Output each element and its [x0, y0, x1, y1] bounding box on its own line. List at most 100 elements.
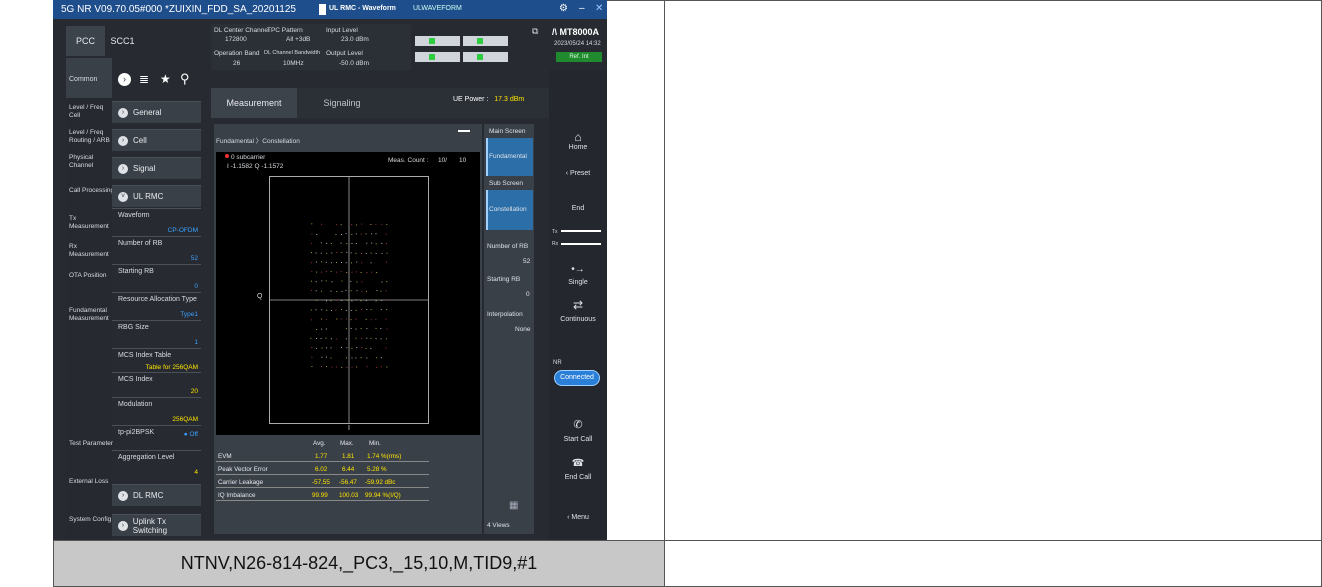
tab-scc1[interactable]: SCC1 — [105, 26, 140, 56]
srb-label[interactable]: Starting RB — [487, 276, 536, 283]
expand-icon[interactable]: ⧉ — [532, 26, 538, 37]
tpc-label: TPC Pattern — [267, 27, 303, 34]
nav-item-level-freq-cell[interactable]: Level / Freq Cell — [69, 104, 115, 120]
constellation-point — [346, 262, 347, 263]
constellation-point — [366, 348, 367, 349]
param-starting-rb[interactable]: Starting RB 0 — [112, 264, 201, 292]
breadcrumb-item[interactable]: Fundamental — [216, 138, 254, 145]
constellation-point — [331, 253, 332, 254]
param-aggregation-level[interactable]: Aggregation Level 4 — [112, 450, 201, 478]
nav-item-level-freq-routing[interactable]: Level / Freq Routing / ARB — [69, 129, 115, 145]
constellation-point — [381, 291, 382, 292]
tab-measurement[interactable]: Measurement — [211, 88, 297, 118]
tab-signaling[interactable]: Signaling — [299, 88, 385, 118]
constellation-point — [335, 310, 336, 311]
param-label: Resource Allocation Type — [118, 296, 197, 303]
toggle-off[interactable]: ● Off — [184, 431, 198, 438]
nav-item-system-config[interactable]: System Config — [69, 516, 115, 524]
constellation-point — [356, 338, 357, 339]
chevron-right-icon[interactable]: › — [118, 73, 131, 86]
constellation-point — [357, 282, 358, 283]
continuous-button[interactable]: Continuous — [549, 316, 607, 323]
param-label: Aggregation Level — [118, 454, 174, 461]
param-number-of-rb[interactable]: Number of RB 52 — [112, 236, 201, 264]
nav-item-ota-position[interactable]: OTA Position — [69, 272, 115, 280]
end-call-icon[interactable]: ☎ — [549, 458, 607, 469]
home-icon[interactable]: ⌂ — [549, 130, 607, 144]
preset-button[interactable]: ‹ Preset — [549, 170, 607, 177]
constellation-point — [360, 300, 361, 301]
start-call-button[interactable]: Start Call — [549, 436, 607, 443]
group-cell[interactable]: › Cell — [112, 129, 201, 151]
close-icon[interactable]: ✕ — [595, 3, 603, 14]
constellation-point — [386, 367, 387, 368]
single-icon[interactable]: •→ — [549, 264, 607, 275]
dl-center-channel-value: 172800 — [225, 36, 247, 43]
nav-item-fundamental-measurement[interactable]: Fundamental Measurement — [69, 307, 115, 323]
tab-pcc[interactable]: PCC — [66, 26, 105, 56]
settings-icon[interactable]: ⚙ — [559, 3, 568, 14]
menu-button[interactable]: ‹ Menu — [549, 514, 607, 521]
nav-item-tx-measurement[interactable]: Tx Measurement — [69, 215, 115, 231]
ref-badge: Ref. Int — [556, 52, 602, 62]
param-modulation[interactable]: Modulation 256QAM — [112, 397, 201, 425]
phone-icon[interactable]: ✆ — [549, 418, 607, 431]
nav-item-test-parameter[interactable]: Test Parameter — [69, 440, 115, 448]
end-call-button[interactable]: End Call — [549, 474, 607, 481]
param-mcs-index[interactable]: MCS Index 20 — [112, 372, 201, 397]
group-signal[interactable]: › Signal — [112, 157, 201, 179]
constellation-point — [326, 310, 327, 311]
group-general[interactable]: › General — [112, 101, 201, 123]
list-arrow-icon[interactable]: ≣ — [139, 72, 149, 86]
group-dl-rmc[interactable]: › DL RMC — [112, 484, 201, 506]
interp-label[interactable]: Interpolation — [487, 311, 536, 318]
constellation-point — [316, 348, 317, 349]
nrb-label[interactable]: Number of RB — [487, 243, 536, 250]
constellation-point — [332, 281, 333, 282]
single-button[interactable]: Single — [549, 279, 607, 286]
group-ul-rmc[interactable]: ˅ UL RMC — [112, 185, 201, 207]
constellation-point — [371, 309, 372, 310]
constellation-point — [361, 272, 362, 273]
constellation-point — [346, 272, 347, 273]
constellation-point — [336, 367, 337, 368]
chevron-right-icon: › — [118, 136, 128, 146]
constellation-point — [375, 319, 376, 320]
constellation-point — [336, 319, 337, 320]
nav-item-common[interactable]: Common — [69, 76, 115, 84]
minimize-panel-icon[interactable] — [458, 130, 470, 132]
constellation-point — [356, 271, 357, 272]
constellation-point — [321, 357, 322, 358]
constellation-point — [341, 309, 342, 310]
constellation-point — [361, 234, 362, 235]
constellation-point — [330, 300, 331, 301]
param-waveform[interactable]: Waveform CP-OFDM — [112, 208, 201, 236]
param-mcs-index-table[interactable]: MCS Index Table Table for 256QAM — [112, 348, 201, 372]
end-button[interactable]: End — [549, 205, 607, 212]
nav-item-call-processing[interactable]: Call Processing — [69, 187, 115, 195]
param-resource-allocation-type[interactable]: Resource Allocation Type Type1 — [112, 292, 201, 320]
group-cell-label: Cell — [133, 136, 147, 145]
center-subtitle: ULWAVEFORM — [413, 5, 462, 12]
nav-item-external-loss[interactable]: External Loss — [69, 478, 115, 486]
constellation-point — [356, 310, 357, 311]
views-label[interactable]: 4 Views — [487, 522, 536, 529]
minimize-icon[interactable]: – — [579, 3, 585, 14]
param-rbg-size[interactable]: RBG Size 1 — [112, 320, 201, 348]
group-uplink-tx-switching[interactable]: › Uplink Tx Switching — [112, 514, 201, 536]
constellation-point — [336, 291, 337, 292]
grid-icon[interactable]: ▦ — [509, 500, 518, 511]
search-icon[interactable]: ⚲ — [180, 71, 190, 87]
constellation-point — [341, 252, 342, 253]
constellation-point — [341, 234, 342, 235]
continuous-icon[interactable]: ⇄ — [549, 298, 607, 312]
home-button[interactable]: Home — [549, 144, 607, 151]
constellation-point — [380, 328, 381, 329]
nav-item-physical-channel[interactable]: Physical Channel — [69, 154, 115, 170]
star-icon[interactable]: ★ — [160, 72, 171, 86]
constellation-point — [376, 243, 377, 244]
nav-item-rx-measurement[interactable]: Rx Measurement — [69, 243, 115, 259]
row-divider — [216, 461, 429, 462]
param-tp-pi2bpsk[interactable]: tp-pi2BPSK ● Off — [112, 425, 201, 450]
chevron-right-icon: › — [118, 521, 128, 531]
